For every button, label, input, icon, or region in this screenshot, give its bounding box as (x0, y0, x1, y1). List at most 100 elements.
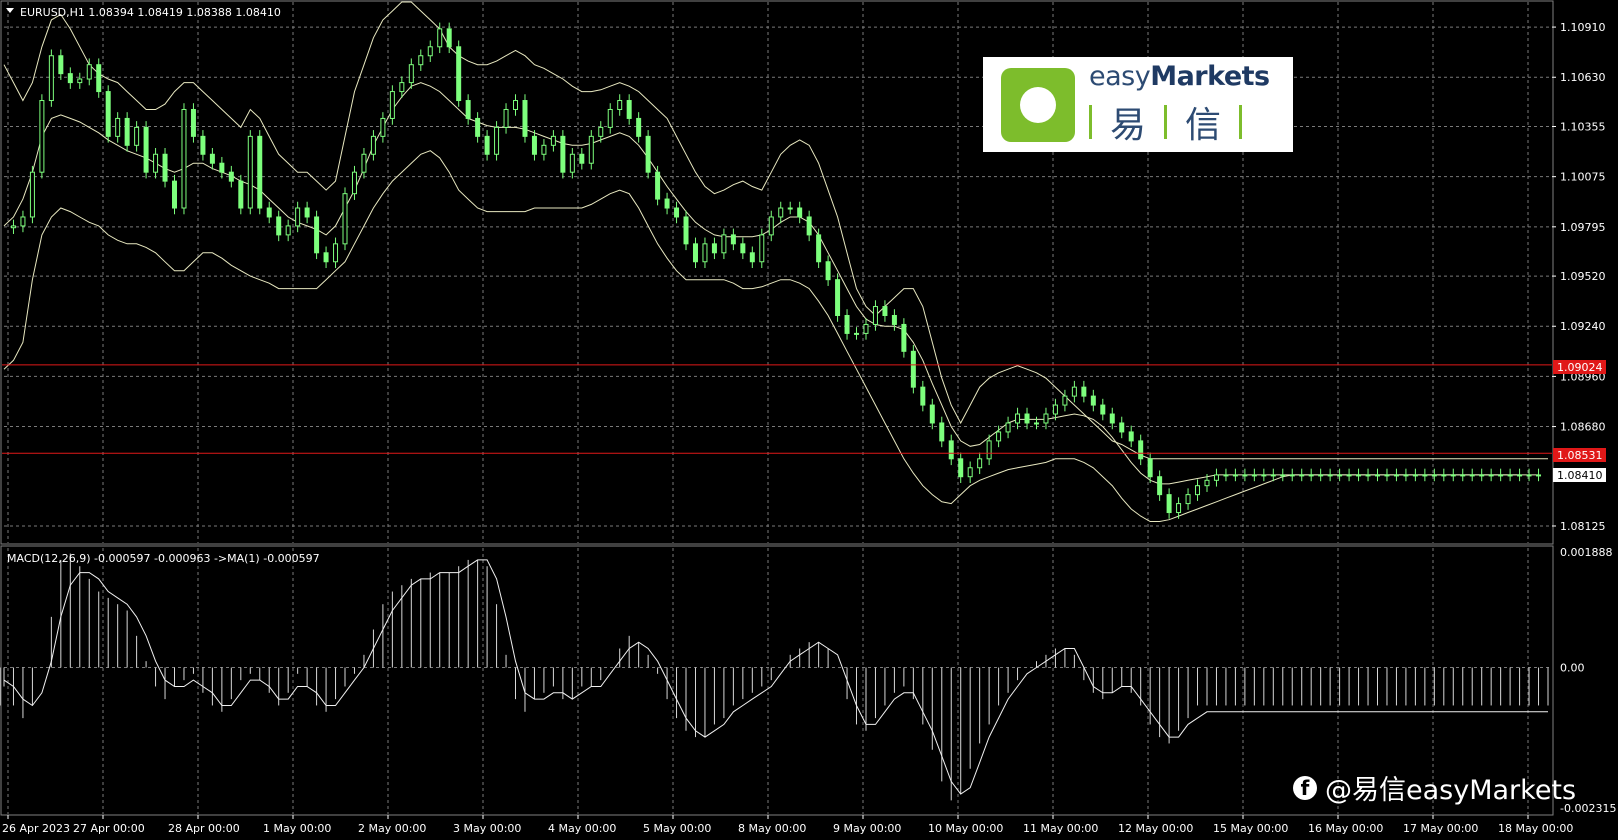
candle-body (1090, 395, 1096, 406)
candle-body (58, 55, 64, 75)
candle-body (939, 422, 945, 442)
candle-body (446, 28, 452, 48)
trading-chart[interactable]: EURUSD,H1 1.08394 1.08419 1.08388 1.0841… (0, 0, 1618, 840)
candle-body (494, 126, 500, 155)
candle-body (342, 193, 348, 245)
price-tick-label: 1.10910 (1560, 21, 1606, 34)
candle-body (1043, 413, 1049, 424)
candle-body (550, 135, 556, 146)
candle-body (361, 153, 367, 173)
candle-body (1384, 474, 1390, 477)
macd-header: MACD(12,26,9) -0.000597 -0.000963 ->MA(1… (7, 552, 320, 565)
candle-body (825, 261, 831, 281)
candle-body (1185, 494, 1191, 505)
candle-body (1365, 474, 1371, 477)
candle-body (1138, 440, 1144, 460)
candle-body (389, 91, 395, 119)
price-tick-label: 1.09520 (1560, 270, 1606, 283)
candle-body (778, 207, 784, 218)
candle-body (607, 108, 613, 128)
candle-body (1119, 422, 1125, 433)
candle-body (1270, 474, 1276, 477)
time-tick-label: 5 May 00:00 (643, 822, 711, 835)
candle-body (863, 323, 869, 334)
candle-body (872, 306, 878, 325)
candle-body (465, 100, 471, 119)
candle-body (1204, 479, 1210, 487)
time-tick-label: 2 May 00:00 (358, 822, 426, 835)
candle-body (115, 117, 121, 137)
candle-body (351, 171, 357, 195)
candle-body (721, 234, 727, 254)
candle-body (1223, 474, 1229, 477)
candle-body (522, 100, 528, 137)
watermark: f @易信easyMarkets (1293, 768, 1576, 807)
candle-body (948, 440, 954, 460)
candle-body (190, 108, 196, 137)
candle-body (503, 108, 509, 128)
candle-body (1015, 413, 1021, 424)
candle-body (1024, 413, 1030, 424)
candle-body (579, 153, 585, 164)
candle-body (806, 216, 812, 236)
candle-body (285, 225, 291, 236)
time-tick-label: 16 May 00:00 (1308, 822, 1383, 835)
candle-body (29, 171, 35, 218)
price-tick-label: 1.09795 (1560, 221, 1606, 234)
candle-body (1251, 474, 1257, 477)
candle-body (484, 135, 490, 155)
candle-body (711, 243, 717, 254)
price-tick-label: 1.10630 (1560, 71, 1606, 84)
candle-body (1213, 474, 1219, 481)
candle-body (1469, 474, 1475, 477)
candle-body (1318, 474, 1324, 477)
price-tick-label: 1.09240 (1560, 320, 1606, 333)
candle-body (105, 91, 111, 137)
macd-tick-label: 0.001888 (1560, 546, 1613, 559)
candle-body (967, 467, 973, 478)
time-tick-label: 1 May 00:00 (263, 822, 331, 835)
candle-body (645, 135, 651, 173)
candle-body (427, 46, 433, 57)
facebook-icon: f (1293, 775, 1317, 800)
candle-body (257, 135, 263, 209)
candle-body (1081, 386, 1087, 397)
candle-body (844, 314, 850, 334)
candle-body (664, 198, 670, 209)
candle-body (475, 117, 481, 137)
time-tick-label: 4 May 00:00 (548, 822, 616, 835)
price-tick-label: 1.08125 (1560, 520, 1606, 533)
candle-body (1308, 474, 1314, 477)
time-tick-label: 11 May 00:00 (1023, 822, 1098, 835)
candle-body (882, 306, 888, 316)
candle-body (1299, 474, 1305, 477)
candle-body (1450, 474, 1456, 477)
candle-body (1507, 474, 1513, 477)
candle-body (692, 243, 698, 263)
candle-body (1412, 474, 1418, 477)
candle-body (674, 207, 680, 218)
candle-body (1242, 474, 1248, 477)
candle-body (929, 404, 935, 424)
candle-body (626, 100, 632, 119)
logo-mark-icon (1001, 67, 1075, 142)
time-tick-label: 17 May 00:00 (1403, 822, 1478, 835)
candle-body (39, 100, 45, 173)
time-tick-label: 10 May 00:00 (928, 822, 1003, 835)
candle-body (768, 216, 774, 236)
candle-body (228, 171, 234, 182)
candle-body (1100, 404, 1106, 415)
candle-body (1261, 474, 1267, 477)
candle-body (1498, 474, 1504, 477)
current-price-label: 1.08410 (1557, 469, 1603, 482)
candle-body (1062, 395, 1068, 406)
candle-body (759, 234, 765, 263)
candle-body (162, 153, 168, 182)
candle-body (1071, 386, 1077, 397)
candle-body (10, 225, 16, 229)
candle-body (749, 252, 755, 263)
candle-body (560, 135, 566, 173)
candle-body (854, 332, 860, 335)
candle-body (891, 314, 897, 325)
candle-body (1441, 474, 1447, 477)
